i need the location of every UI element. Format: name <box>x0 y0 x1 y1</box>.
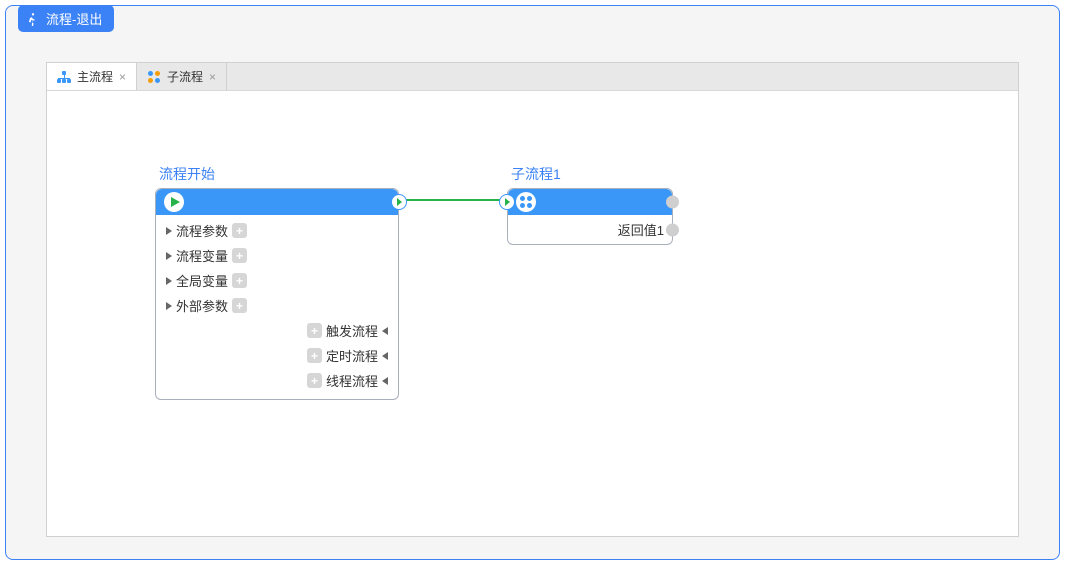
add-icon[interactable]: + <box>232 298 247 313</box>
param-row-flow-vars[interactable]: 流程变量 + <box>162 243 392 268</box>
panel-title-text: 流程-退出 <box>46 9 102 28</box>
param-label: 全局变量 <box>176 271 228 290</box>
tab-label: 主流程 <box>77 68 113 85</box>
param-row-trigger-flow[interactable]: + 触发流程 <box>162 318 392 343</box>
tab-main-flow[interactable]: 主流程 × <box>47 63 137 90</box>
walk-icon <box>26 12 40 26</box>
param-row-global-vars[interactable]: 全局变量 + <box>162 268 392 293</box>
add-icon[interactable]: + <box>232 248 247 263</box>
node-subflow-1[interactable]: 子流程1 返回值1 <box>507 164 673 245</box>
expand-icon <box>166 277 172 285</box>
add-icon[interactable]: + <box>232 223 247 238</box>
return-label: 返回值1 <box>618 220 664 239</box>
collapse-icon <box>382 377 388 385</box>
param-label: 流程参数 <box>176 221 228 240</box>
close-icon[interactable]: × <box>209 70 216 84</box>
output-port[interactable] <box>666 196 679 209</box>
return-value-row[interactable]: 返回值1 <box>508 215 672 244</box>
param-label: 线程流程 <box>326 371 378 390</box>
output-port[interactable] <box>391 194 407 210</box>
add-icon[interactable]: + <box>307 373 322 388</box>
tab-sub-flow[interactable]: 子流程 × <box>137 63 227 90</box>
collapse-icon <box>382 327 388 335</box>
expand-icon <box>166 252 172 260</box>
node-body: 流程参数 + 流程变量 + 全局变量 + <box>156 215 398 399</box>
panel-title-tab: 流程-退出 <box>18 5 114 32</box>
flow-exit-panel: 流程-退出 主流程 × 子流程 × 流程开始 <box>5 5 1060 560</box>
subflow-node-icon <box>516 192 536 212</box>
add-icon[interactable]: + <box>307 323 322 338</box>
add-icon[interactable]: + <box>232 273 247 288</box>
param-row-flow-params[interactable]: 流程参数 + <box>162 218 392 243</box>
flow-canvas[interactable]: 流程开始 流程参数 + 流程变量 <box>47 91 1018 536</box>
param-label: 定时流程 <box>326 346 378 365</box>
play-icon <box>164 192 184 212</box>
node-box: 流程参数 + 流程变量 + 全局变量 + <box>155 188 399 400</box>
tabs-bar: 主流程 × 子流程 × <box>47 63 1018 91</box>
node-header[interactable] <box>156 189 398 215</box>
add-icon[interactable]: + <box>307 348 322 363</box>
expand-icon <box>166 302 172 310</box>
param-row-thread-flow[interactable]: + 线程流程 <box>162 368 392 393</box>
node-header[interactable] <box>508 189 672 215</box>
node-title: 流程开始 <box>155 164 399 184</box>
param-row-timer-flow[interactable]: + 定时流程 <box>162 343 392 368</box>
tab-label: 子流程 <box>167 68 203 85</box>
param-label: 外部参数 <box>176 296 228 315</box>
return-port[interactable] <box>666 223 679 236</box>
flow-editor-panel: 主流程 × 子流程 × 流程开始 <box>46 62 1019 537</box>
close-icon[interactable]: × <box>119 70 126 84</box>
node-flow-start[interactable]: 流程开始 流程参数 + 流程变量 <box>155 164 399 400</box>
org-chart-icon <box>57 70 71 84</box>
param-label: 流程变量 <box>176 246 228 265</box>
input-port[interactable] <box>499 194 515 210</box>
collapse-icon <box>382 352 388 360</box>
node-title: 子流程1 <box>507 164 673 184</box>
param-row-external-params[interactable]: 外部参数 + <box>162 293 392 318</box>
connection-line[interactable] <box>405 199 505 201</box>
expand-icon <box>166 227 172 235</box>
param-label: 触发流程 <box>326 321 378 340</box>
node-box: 返回值1 <box>507 188 673 245</box>
subflow-icon <box>147 70 161 84</box>
